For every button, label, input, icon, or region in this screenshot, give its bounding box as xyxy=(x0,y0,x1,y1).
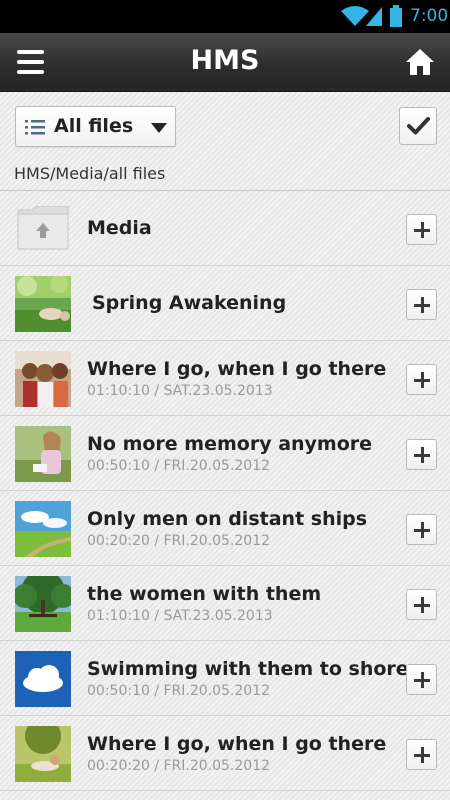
list-item[interactable]: No more memory anymore 00:50:10 / FRI.20… xyxy=(0,416,450,491)
list-item-title: Media xyxy=(87,217,152,239)
list-item-title: Spring Awakening xyxy=(92,292,287,314)
breadcrumb: HMS/Media/all files xyxy=(14,164,166,183)
file-list: Media Spring Awakening Where I go, when … xyxy=(0,191,450,791)
thumbnail-image xyxy=(15,501,71,557)
list-icon xyxy=(25,120,45,135)
select-all-button[interactable] xyxy=(399,107,437,145)
list-item-folder[interactable]: Media xyxy=(0,191,450,266)
list-item-meta: 01:10:10 / SAT.23.05.2013 xyxy=(87,608,273,624)
home-icon[interactable] xyxy=(405,47,435,77)
list-item[interactable]: Only men on distant ships 00:20:20 / FRI… xyxy=(0,491,450,566)
add-button[interactable] xyxy=(406,439,437,470)
filter-label: All files xyxy=(54,115,134,137)
add-button[interactable] xyxy=(406,514,437,545)
list-item[interactable]: Where I go, when I go there 00:20:20 / F… xyxy=(0,716,450,791)
list-item-title: Only men on distant ships xyxy=(87,508,368,530)
list-item-title: No more memory anymore xyxy=(87,433,373,455)
list-item-title: Swimming with them to shore xyxy=(87,658,409,680)
list-item-title: Where I go, when I go there xyxy=(87,733,387,755)
signal-icon xyxy=(366,7,382,26)
add-button[interactable] xyxy=(406,364,437,395)
list-item-title: Where I go, when I go there xyxy=(87,358,387,380)
list-item[interactable]: the women with them 01:10:10 / SAT.23.05… xyxy=(0,566,450,641)
list-item-meta: 00:20:20 / FRI.20.05.2012 xyxy=(87,758,271,774)
status-clock: 7:00 xyxy=(410,6,449,26)
add-button[interactable] xyxy=(406,589,437,620)
status-bar: 7:00 xyxy=(0,0,450,33)
thumbnail-image xyxy=(15,351,71,407)
app-title: HMS xyxy=(190,45,260,76)
thumbnail-image xyxy=(15,576,71,632)
add-button[interactable] xyxy=(406,289,437,320)
thumbnail-image xyxy=(15,426,71,482)
action-bar: HMS xyxy=(0,33,450,92)
add-button[interactable] xyxy=(406,739,437,770)
thumbnail-image xyxy=(15,726,71,782)
list-item-meta: 00:50:10 / FRI.20.05.2012 xyxy=(87,683,271,699)
thumbnail-image xyxy=(15,651,71,707)
checkmark-icon xyxy=(407,117,430,135)
list-item-meta: 01:10:10 / SAT.23.05.2013 xyxy=(87,383,273,399)
add-button[interactable] xyxy=(406,664,437,695)
add-button[interactable] xyxy=(406,214,437,245)
list-item-meta: 00:50:10 / FRI.20.05.2012 xyxy=(87,458,271,474)
filter-dropdown[interactable]: All files xyxy=(15,106,176,147)
list-item[interactable]: Where I go, when I go there 01:10:10 / S… xyxy=(0,341,450,416)
list-item[interactable]: Swimming with them to shore 00:50:10 / F… xyxy=(0,641,450,716)
list-item-meta: 00:20:20 / FRI.20.05.2012 xyxy=(87,533,271,549)
list-item-title: the women with them xyxy=(87,583,322,605)
folder-up-icon xyxy=(17,206,69,250)
battery-icon xyxy=(390,5,402,27)
list-item[interactable]: Spring Awakening xyxy=(0,266,450,341)
chevron-down-icon xyxy=(151,123,167,133)
thumbnail-image xyxy=(15,276,71,332)
